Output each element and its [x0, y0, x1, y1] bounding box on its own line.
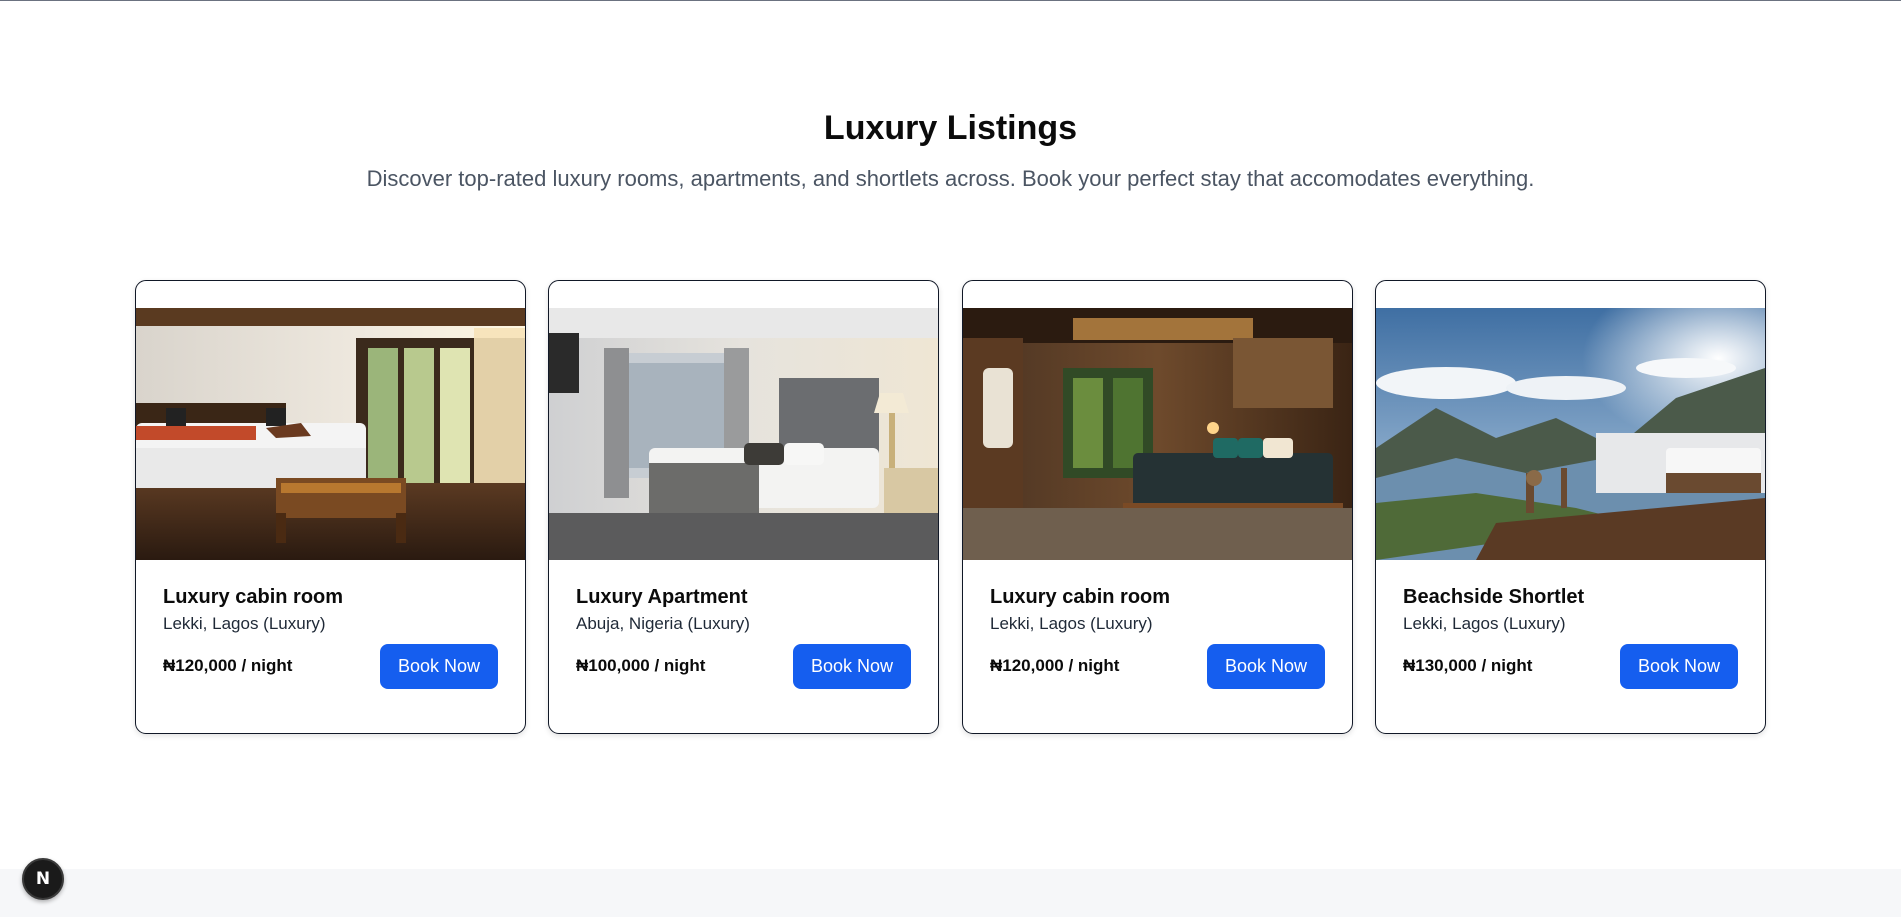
listing-title: Luxury cabin room	[990, 586, 1171, 608]
listing-price: ₦100,000 / night	[576, 656, 706, 675]
book-now-button[interactable]: Book Now	[1620, 644, 1738, 689]
listing-location: Lekki, Lagos (Luxury)	[990, 614, 1153, 633]
listing-price: ₦130,000 / night	[1403, 656, 1533, 675]
book-now-button[interactable]: Book Now	[380, 644, 498, 689]
book-now-button[interactable]: Book Now	[793, 644, 911, 689]
listing-card: Luxury Apartment Abuja, Nigeria (Luxury)…	[548, 280, 939, 734]
listing-title: Beachside Shortlet	[1403, 586, 1585, 608]
page-title: Luxury Listings	[823, 109, 1078, 147]
footer-band	[0, 869, 1901, 917]
listing-photo-warm-lit-bedroom	[963, 308, 1352, 560]
top-divider	[0, 0, 1901, 1]
page: Luxury Listings Discover top-rated luxur…	[0, 0, 1901, 917]
listing-photo-hotel-bedroom	[549, 308, 938, 560]
listing-title: Luxury cabin room	[163, 586, 344, 608]
listing-price: ₦120,000 / night	[163, 656, 293, 675]
listing-card: Luxury cabin room Lekki, Lagos (Luxury) …	[962, 280, 1353, 734]
book-now-button[interactable]: Book Now	[1207, 644, 1325, 689]
listing-location: Lekki, Lagos (Luxury)	[1403, 614, 1566, 633]
listing-card: Luxury cabin room Lekki, Lagos (Luxury) …	[135, 280, 526, 734]
listing-card: Beachside Shortlet Lekki, Lagos (Luxury)…	[1375, 280, 1766, 734]
listing-price: ₦120,000 / night	[990, 656, 1120, 675]
listing-title: Luxury Apartment	[576, 586, 748, 608]
listing-photo-mountain-deck-bed	[1376, 308, 1765, 560]
page-subtitle: Discover top-rated luxury rooms, apartme…	[366, 166, 1535, 191]
nextjs-badge-letter: N	[35, 869, 51, 889]
listing-location: Lekki, Lagos (Luxury)	[163, 614, 326, 633]
listings-header: Luxury Listings Discover top-rated luxur…	[0, 106, 1901, 194]
listings-grid: Luxury cabin room Lekki, Lagos (Luxury) …	[135, 280, 1767, 734]
nextjs-logo-icon[interactable]: N	[22, 858, 64, 900]
listing-location: Abuja, Nigeria (Luxury)	[576, 614, 750, 633]
listing-photo-bedroom-with-wooden-bench	[136, 308, 525, 560]
